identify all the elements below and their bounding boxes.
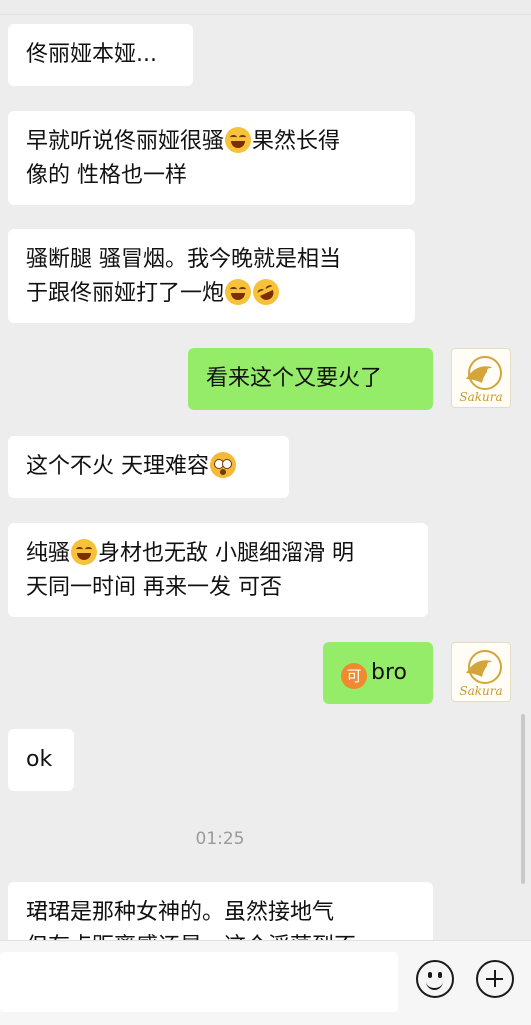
tears-of-joy-emoji-icon: [225, 279, 252, 305]
tears-of-joy-emoji-icon: [71, 539, 98, 565]
tears-of-joy-emoji-icon: [225, 127, 252, 153]
message-bubble-incoming[interactable]: ok: [8, 729, 74, 791]
svg-text:Sakura: Sakura: [459, 684, 502, 698]
message-bubble-incoming[interactable]: 骚断腿 骚冒烟。我今晚就是相当 于跟佟丽娅打了一炮: [8, 229, 415, 323]
rolling-laughing-emoji-icon: [248, 274, 284, 310]
message-bubble-outgoing[interactable]: 可 bro: [323, 642, 433, 704]
message-bubble-incoming[interactable]: 这个不火 天理难容: [8, 436, 289, 498]
message-text: 果然长得: [252, 129, 341, 154]
user-avatar[interactable]: Sakura: [451, 348, 511, 408]
message-text: 这个不火 天理难容: [26, 454, 209, 479]
message-input[interactable]: [0, 952, 398, 1012]
message-text: 看来这个又要火了: [206, 366, 383, 391]
message-text: 纯骚: [26, 541, 71, 566]
message-text: 珺珺是那种女神的。虽然接地气: [26, 900, 335, 925]
message-text: 早就听说佟丽娅很骚: [26, 129, 225, 154]
message-bubble-incoming[interactable]: 早就听说佟丽娅很骚 果然长得 像的 性格也一样: [8, 111, 415, 205]
svg-text:Sakura: Sakura: [459, 390, 502, 404]
message-text: ok: [26, 747, 53, 772]
message-text: 天同一时间 再来一发 可否: [26, 575, 282, 600]
timestamp: 01:25: [195, 829, 245, 849]
sakura-logo-icon: Sakura: [459, 356, 503, 404]
message-bubble-outgoing[interactable]: 看来这个又要火了: [188, 348, 433, 410]
message-text: 身材也无敌 小腿细溜滑 明: [98, 541, 355, 566]
message-text: 于跟佟丽娅打了一炮: [26, 281, 225, 306]
flushed-emoji-icon: [210, 452, 236, 478]
message-text: 佟丽娅本娅...: [26, 42, 157, 67]
sakura-logo-icon: Sakura: [459, 650, 503, 698]
top-divider: [0, 0, 531, 15]
message-text: 骚断腿 骚冒烟。我今晚就是相当: [26, 247, 341, 272]
message-text: bro: [371, 660, 407, 685]
scrollbar[interactable]: [521, 714, 525, 884]
message-bubble-incoming[interactable]: 纯骚 身材也无敌 小腿细溜滑 明 天同一时间 再来一发 可否: [8, 523, 428, 617]
ke-emoji-icon: 可: [341, 663, 367, 689]
message-text: 像的 性格也一样: [26, 163, 187, 188]
smiley-icon[interactable]: [416, 960, 454, 998]
user-avatar[interactable]: Sakura: [451, 642, 511, 702]
message-bubble-incoming[interactable]: 佟丽娅本娅...: [8, 24, 193, 86]
plus-icon[interactable]: [476, 960, 514, 998]
